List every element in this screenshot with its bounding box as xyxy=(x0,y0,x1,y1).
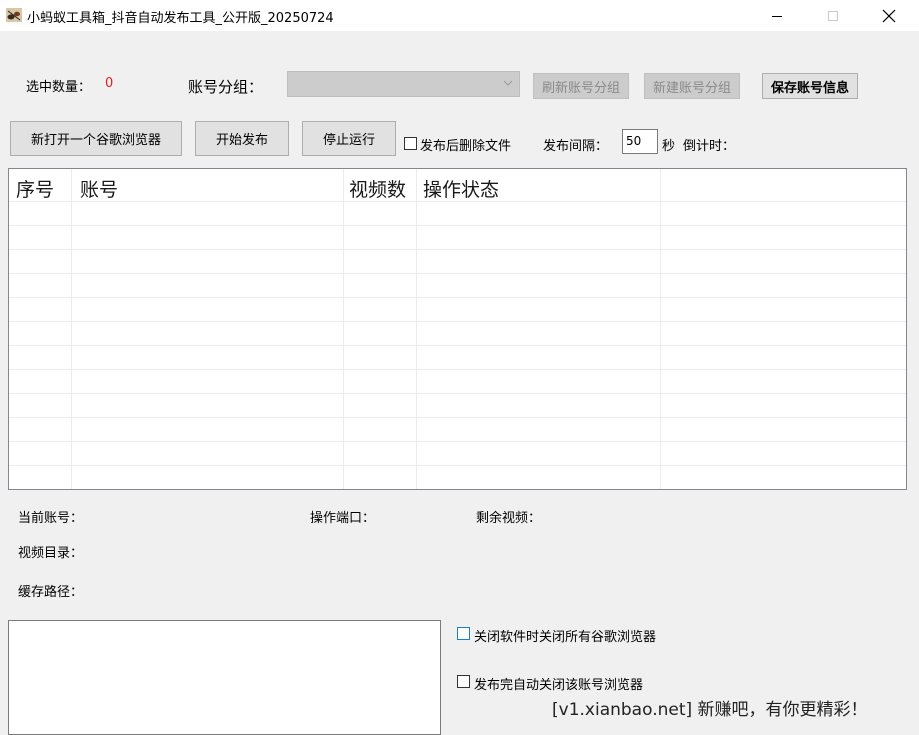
countdown-label: 倒计时： xyxy=(683,139,736,154)
maximize-icon xyxy=(828,10,838,21)
window-title: 小蚂蚁工具箱_抖音自动发布工具_公开版_20250724 xyxy=(27,11,334,26)
start-publish-button[interactable]: 开始发布 xyxy=(195,121,289,156)
close-all-browsers-label: 关闭软件时关闭所有谷歌浏览器 xyxy=(474,630,657,645)
column-header-video-count[interactable]: 视频数 xyxy=(349,175,406,202)
close-all-browsers-checkbox[interactable] xyxy=(457,627,470,640)
auto-close-browser-checkbox[interactable] xyxy=(457,675,470,688)
account-group-select[interactable] xyxy=(287,71,520,97)
minimize-icon xyxy=(772,15,782,17)
column-header-status[interactable]: 操作状态 xyxy=(423,175,499,202)
stop-button[interactable]: 停止运行 xyxy=(302,121,396,156)
selected-count-value: 0 xyxy=(105,76,114,91)
seconds-label: 秒 xyxy=(662,139,676,154)
remaining-videos-label: 剩余视频： xyxy=(476,511,542,526)
row-divider xyxy=(9,321,906,322)
new-group-button[interactable]: 新建账号分组 xyxy=(644,73,740,99)
ant-app-icon xyxy=(6,8,22,22)
interval-label: 发布间隔： xyxy=(543,139,609,154)
row-divider xyxy=(9,249,906,250)
auto-close-browser-label: 发布完自动关闭该账号浏览器 xyxy=(474,678,644,693)
row-divider xyxy=(9,417,906,418)
close-icon xyxy=(882,9,896,22)
operation-port-label: 操作端口： xyxy=(310,511,376,526)
cache-path-label: 缓存路径： xyxy=(18,585,84,600)
title-bar: 小蚂蚁工具箱_抖音自动发布工具_公开版_20250724 xyxy=(0,0,919,31)
log-textarea[interactable] xyxy=(8,620,441,735)
column-header-index[interactable]: 序号 xyxy=(16,175,54,202)
row-divider xyxy=(9,225,906,226)
delete-after-publish-checkbox[interactable] xyxy=(404,137,417,150)
current-account-label: 当前账号： xyxy=(18,511,84,526)
close-button[interactable] xyxy=(866,0,912,31)
row-divider xyxy=(9,393,906,394)
save-account-button[interactable]: 保存账号信息 xyxy=(762,73,858,99)
row-divider xyxy=(9,345,906,346)
row-divider xyxy=(9,273,906,274)
minimize-button[interactable] xyxy=(754,0,800,31)
row-divider xyxy=(9,297,906,298)
chevron-down-icon xyxy=(503,80,513,86)
account-table[interactable]: 序号 账号 视频数 操作状态 xyxy=(8,168,907,490)
selected-count-label: 选中数量： xyxy=(26,80,92,95)
open-browser-button[interactable]: 新打开一个谷歌浏览器 xyxy=(10,121,182,156)
video-directory-label: 视频目录： xyxy=(18,546,84,561)
refresh-group-button[interactable]: 刷新账号分组 xyxy=(533,73,629,99)
account-group-label: 账号分组： xyxy=(188,78,264,96)
row-divider xyxy=(9,369,906,370)
row-divider xyxy=(9,441,906,442)
row-divider xyxy=(9,465,906,466)
watermark-text: [v1.xianbao.net] 新赚吧，有你更精彩！ xyxy=(552,700,868,720)
interval-input[interactable]: 50 xyxy=(622,129,658,154)
maximize-button[interactable] xyxy=(810,0,856,31)
column-header-account[interactable]: 账号 xyxy=(80,175,118,202)
delete-after-publish-label: 发布后删除文件 xyxy=(420,139,512,154)
